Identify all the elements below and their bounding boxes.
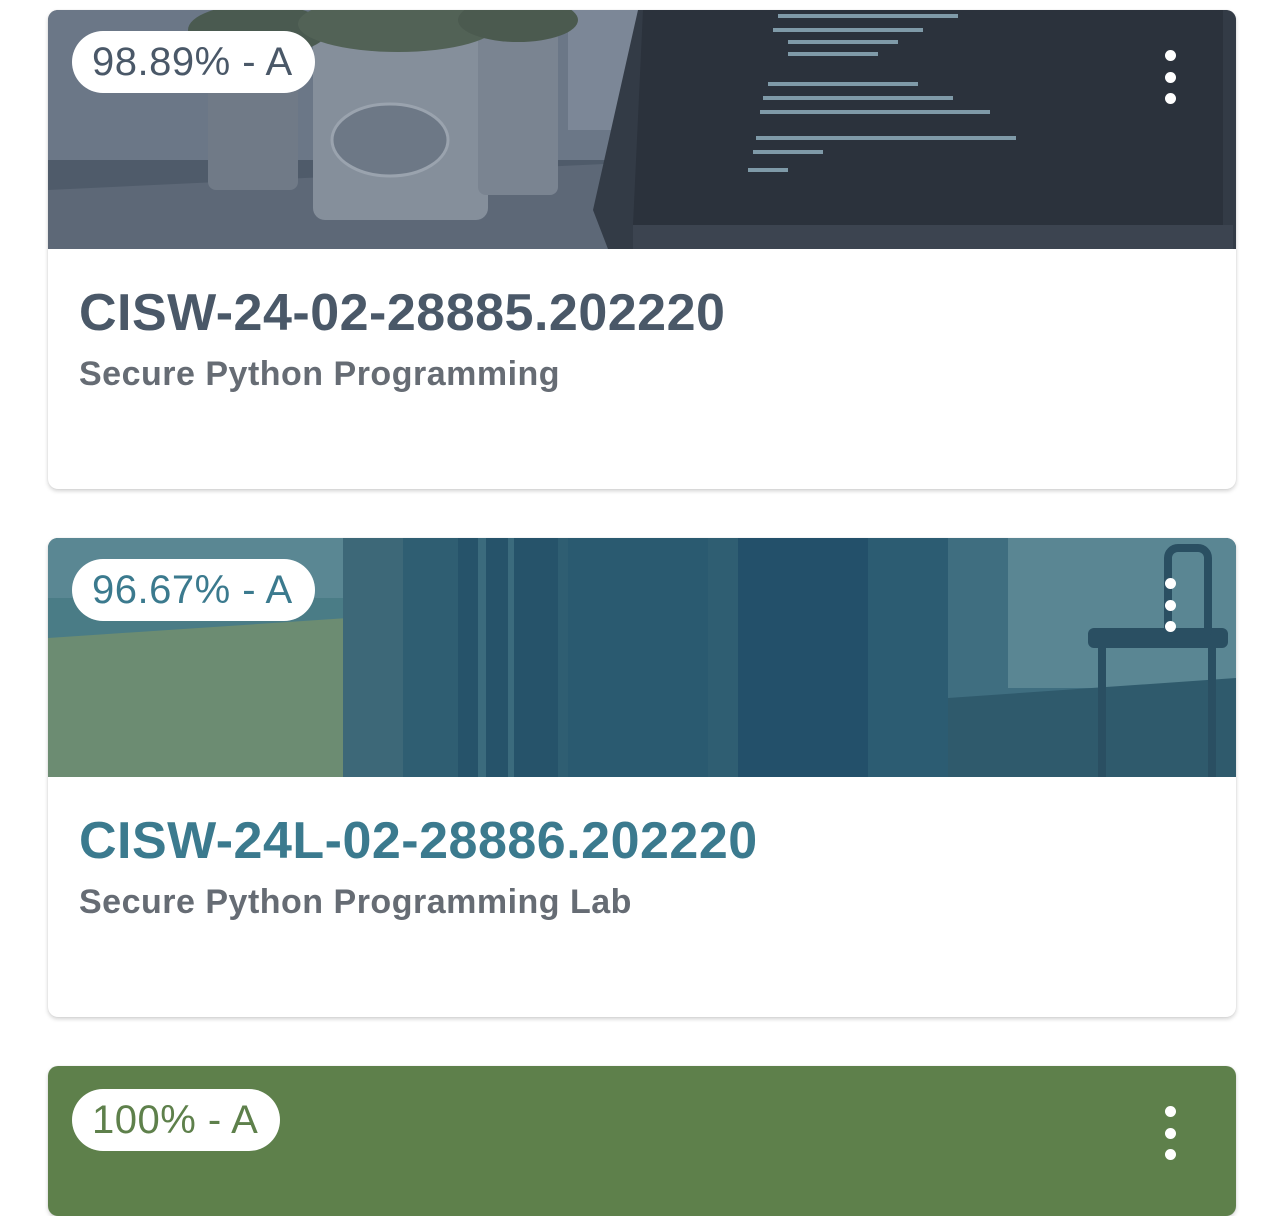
more-vertical-icon [1164,578,1176,589]
course-card[interactable]: 100% - A [48,1066,1236,1216]
course-name: Secure Python Programming Lab [79,883,632,921]
course-code[interactable]: CISW-24L-02-28886.202220 [79,809,1206,873]
grade-badge: 96.67% - A [72,559,315,621]
course-name: Secure Python Programming [79,355,561,393]
more-vertical-icon [1164,50,1176,61]
course-code[interactable]: CISW-24-02-28885.202220 [79,281,1206,345]
course-menu-button[interactable] [1148,1102,1192,1164]
course-banner[interactable]: 100% - A [48,1066,1236,1216]
course-banner[interactable]: 98.89% - A [48,10,1236,249]
course-card-list: 98.89% - A CISW-24-02-28885.202220 Secur… [0,0,1284,1216]
course-info: CISW-24L-02-28886.202220 Secure Python P… [48,777,1236,923]
course-card[interactable]: 96.67% - A CISW-24L-02-28886.202220 Secu… [48,538,1236,1017]
grade-badge: 100% - A [72,1089,281,1151]
course-menu-button[interactable] [1148,574,1192,636]
grade-badge: 98.89% - A [72,31,315,93]
course-info: CISW-24-02-28885.202220 Secure Python Pr… [48,249,1236,395]
course-card[interactable]: 98.89% - A CISW-24-02-28885.202220 Secur… [48,10,1236,489]
course-menu-button[interactable] [1148,46,1192,108]
more-vertical-icon [1164,1106,1176,1117]
course-banner[interactable]: 96.67% - A [48,538,1236,777]
